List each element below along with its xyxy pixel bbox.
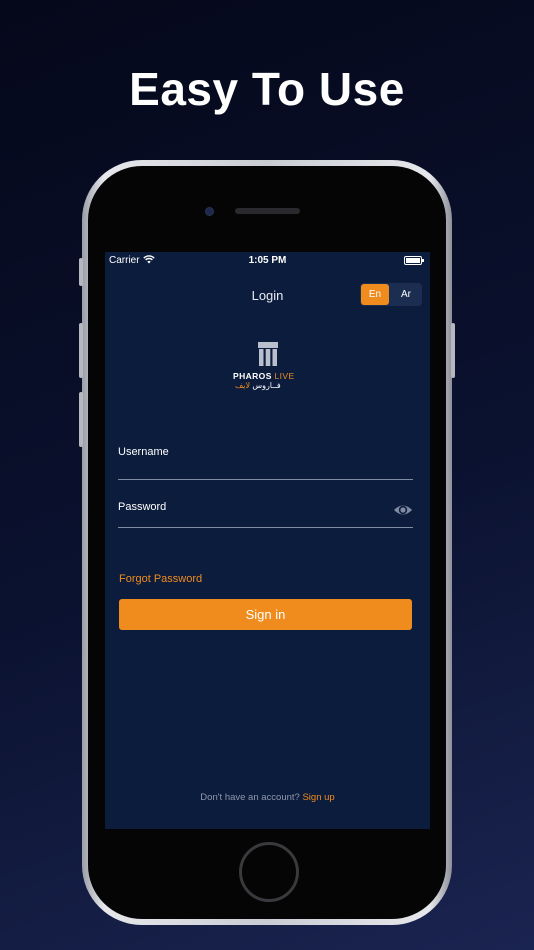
language-ar-button[interactable]: Ar <box>391 284 421 305</box>
headline: Easy To Use <box>129 63 405 115</box>
status-bar: Carrier 1:05 PM <box>105 252 430 268</box>
app-logo: PHAROS LIVE فــاروس لايف <box>233 342 303 392</box>
language-en-button[interactable]: En <box>361 284 389 305</box>
signup-prompt-text: Don't have an account? <box>200 792 300 803</box>
password-label: Password <box>118 501 167 513</box>
pharos-emblem-icon <box>258 342 278 366</box>
volume-up-button <box>79 323 83 378</box>
password-field[interactable] <box>118 527 413 528</box>
username-field[interactable] <box>118 479 413 480</box>
forgot-password-link[interactable]: Forgot Password <box>119 573 202 585</box>
logo-brand: PHAROS <box>233 371 272 381</box>
front-camera <box>205 207 214 216</box>
username-label: Username <box>118 446 169 458</box>
eye-icon[interactable] <box>393 500 413 520</box>
earpiece-speaker <box>235 208 300 214</box>
logo-text-en: PHAROS LIVE <box>233 371 303 381</box>
volume-down-button <box>79 392 83 447</box>
logo-brand-accent: LIVE <box>274 371 295 381</box>
logo-text-ar: فــاروس لايف <box>235 381 301 390</box>
app-screen: Carrier 1:05 PM Login En Ar PHAROS LIVE … <box>105 252 430 829</box>
battery-icon <box>404 256 424 265</box>
sign-up-link[interactable]: Sign up <box>302 792 334 803</box>
silent-switch <box>79 258 83 286</box>
power-button <box>451 323 455 378</box>
status-time: 1:05 PM <box>248 255 287 266</box>
logo-brand-ar-accent: لايف <box>235 381 251 390</box>
home-button[interactable] <box>239 842 299 902</box>
signup-prompt: Don't have an account? Sign up <box>105 792 430 803</box>
logo-brand-ar: فــاروس <box>252 381 281 390</box>
sign-in-button[interactable]: Sign in <box>119 599 412 630</box>
language-toggle: En Ar <box>360 283 422 306</box>
